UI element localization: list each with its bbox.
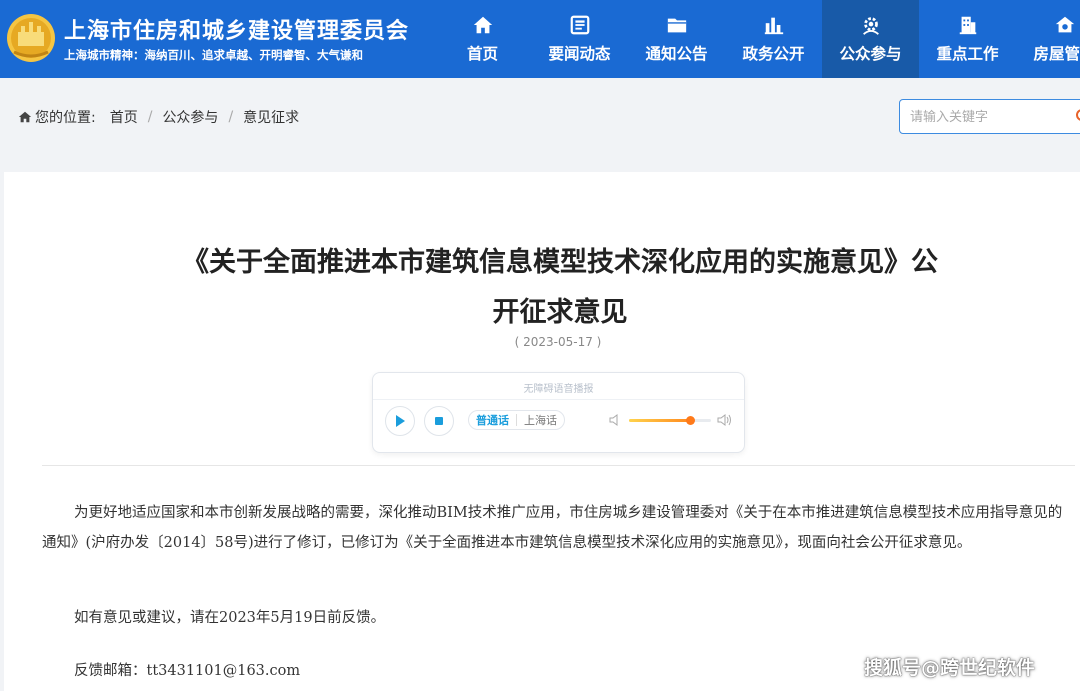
nav-item-public-participation[interactable]: 公众参与 (822, 0, 919, 78)
nav-item-home[interactable]: 首页 (434, 0, 531, 78)
player-label: 无障碍语音播报 (523, 384, 594, 395)
home-icon (473, 16, 492, 34)
site-motto: 上海城市精神：海纳百川、追求卓越、开明睿智、大气谦和 (64, 48, 363, 62)
stop-icon (435, 417, 443, 425)
breadcrumb: 您的位置: 首页 / 公众参与 / 意见征求 (18, 107, 299, 127)
article-title: 《关于全面推进本市建筑信息模型技术深化应用的实施意见》公 开征求意见 (0, 238, 1080, 338)
nav-label: 要闻动态 (548, 45, 611, 63)
feedback-email: 反馈邮箱：tt3431101@163.com (74, 663, 301, 679)
nav-item-news[interactable]: 要闻动态 (531, 0, 628, 78)
house-gear-icon (1055, 16, 1074, 33)
main-nav: 首页 要闻动态 通知公告 政务公开 公众参与 重点工作 房屋管理 (434, 0, 1080, 78)
nav-item-notices[interactable]: 通知公告 (628, 0, 725, 78)
site-title[interactable]: 上海市住房和城乡建设管理委员会 (64, 13, 409, 45)
article-paragraph: 为更好地适应国家和本市创新发展战略的需要，深化推动BIM技术推广应用，市住房城乡… (42, 505, 1063, 551)
search-box (899, 99, 1080, 134)
folder-icon (667, 18, 686, 33)
volume-low-icon (609, 414, 618, 426)
newspaper-icon (570, 15, 589, 35)
article-title-line1: 《关于全面推进本市建筑信息模型技术深化应用的实施意见》公 (182, 247, 938, 278)
breadcrumb-opinion-solicitation[interactable]: 意见征求 (243, 107, 299, 127)
bar-chart-icon (764, 17, 783, 35)
article-paragraph: 如有意见或建议，请在2023年5月19日前反馈。 (74, 610, 386, 626)
nav-label: 公众参与 (839, 45, 902, 63)
search-input[interactable] (910, 107, 1075, 127)
emblem-logo-icon[interactable] (4, 8, 58, 68)
watermark: 搜狐号@跨世纪软件 (864, 657, 1036, 679)
volume-fill (629, 419, 690, 422)
building-icon (959, 16, 976, 35)
site-header: 上海市住房和城乡建设管理委员会 上海城市精神：海纳百川、追求卓越、开明睿智、大气… (0, 0, 1080, 78)
publish-date: ( 2023-05-17 ) (514, 335, 602, 349)
volume-high-icon (717, 414, 731, 426)
voice-broadcast-player: 无障碍语音播报 普通话 上海话 (372, 372, 745, 453)
volume-knob[interactable] (685, 416, 695, 425)
nav-label: 首页 (466, 45, 498, 63)
play-icon (396, 415, 405, 427)
nav-label: 政务公开 (742, 45, 805, 63)
gear-people-icon (862, 17, 879, 35)
nav-item-key-work[interactable]: 重点工作 (919, 0, 1016, 78)
article-title-line2: 开征求意见 (492, 297, 628, 328)
search-icon[interactable] (1075, 108, 1080, 124)
play-button[interactable] (385, 406, 415, 436)
player-divider (373, 399, 744, 400)
breadcrumb-separator: / (147, 109, 153, 125)
language-option-shanghainese[interactable]: 上海话 (517, 412, 564, 428)
nav-item-gov-affairs[interactable]: 政务公开 (725, 0, 822, 78)
breadcrumb-home[interactable]: 首页 (110, 107, 138, 127)
language-option-mandarin[interactable]: 普通话 (469, 412, 516, 428)
volume-slider[interactable] (629, 416, 711, 425)
home-icon (18, 111, 32, 123)
content-divider (42, 465, 1075, 466)
nav-item-housing[interactable]: 房屋管理 (1016, 0, 1080, 78)
nav-label: 重点工作 (936, 45, 999, 63)
nav-label: 通知公告 (645, 45, 708, 63)
nav-label: 房屋管理 (1033, 45, 1080, 63)
breadcrumb-prefix: 您的位置: (35, 110, 96, 126)
breadcrumb-separator: / (228, 109, 234, 125)
language-switch: 普通话 上海话 (468, 410, 565, 430)
stop-button[interactable] (424, 406, 454, 436)
breadcrumb-public-participation[interactable]: 公众参与 (162, 107, 218, 127)
